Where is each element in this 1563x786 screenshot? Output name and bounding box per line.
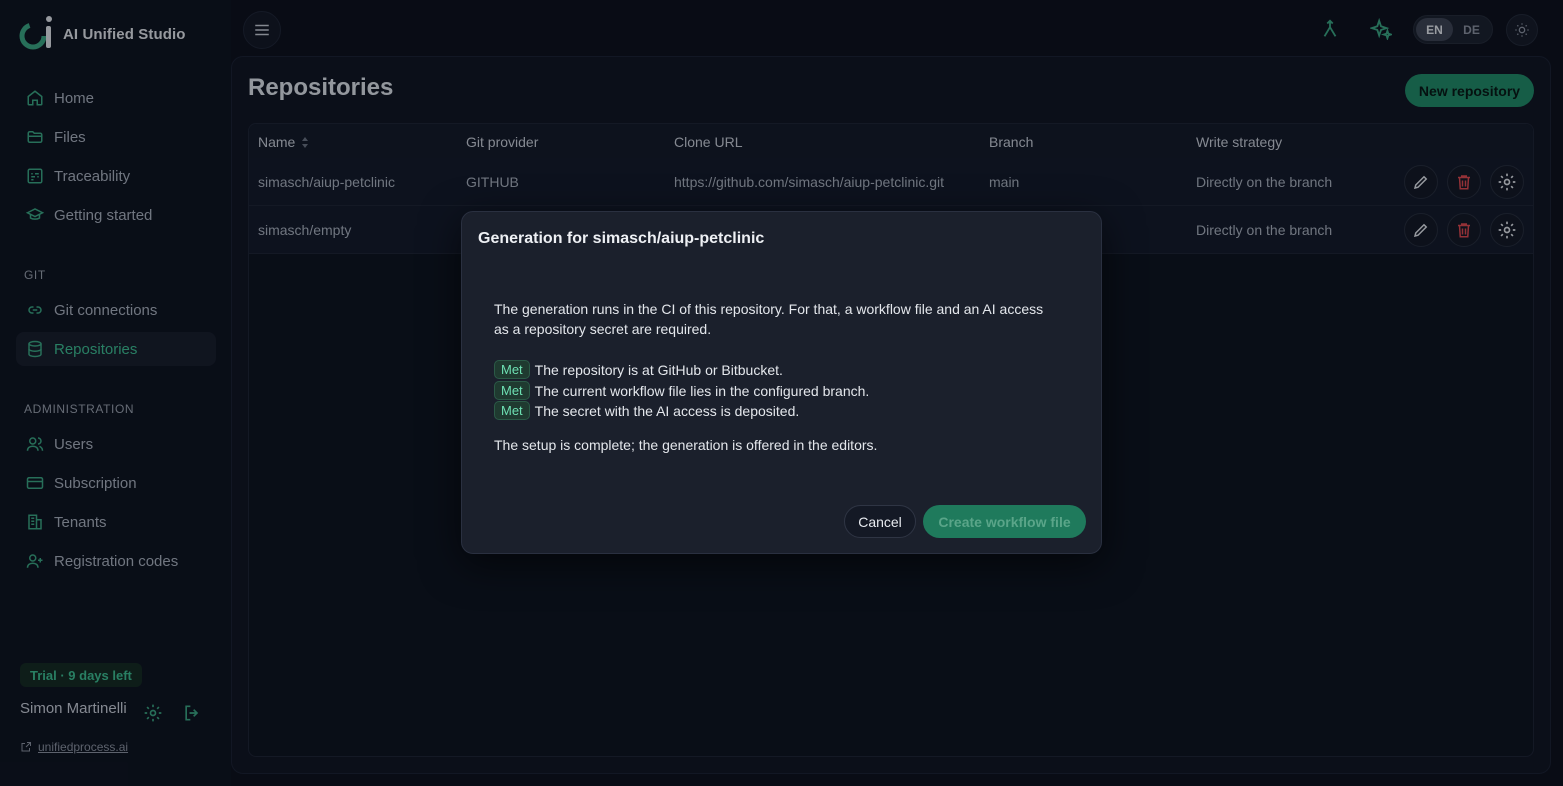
requirement-text: The current workflow file lies in the co… xyxy=(534,382,870,399)
create-workflow-file-button[interactable]: Create workflow file xyxy=(923,505,1086,538)
requirement-item: Met The secret with the AI access is dep… xyxy=(494,401,799,420)
dialog-title: Generation for simasch/aiup-petclinic xyxy=(478,230,765,247)
generation-dialog: Generation for simasch/aiup-petclinic Th… xyxy=(461,211,1102,554)
requirement-item: Met The current workflow file lies in th… xyxy=(494,381,869,400)
met-badge: Met xyxy=(494,401,530,420)
requirement-item: Met The repository is at GitHub or Bitbu… xyxy=(494,360,783,379)
met-badge: Met xyxy=(494,360,530,379)
met-badge: Met xyxy=(494,381,530,400)
requirement-text: The repository is at GitHub or Bitbucket… xyxy=(534,361,783,378)
dialog-intro-text: The generation runs in the CI of this re… xyxy=(494,301,1044,337)
requirement-text: The secret with the AI access is deposit… xyxy=(534,402,800,419)
setup-complete-text: The setup is complete; the generation is… xyxy=(494,437,878,453)
cancel-button[interactable]: Cancel xyxy=(844,505,916,538)
